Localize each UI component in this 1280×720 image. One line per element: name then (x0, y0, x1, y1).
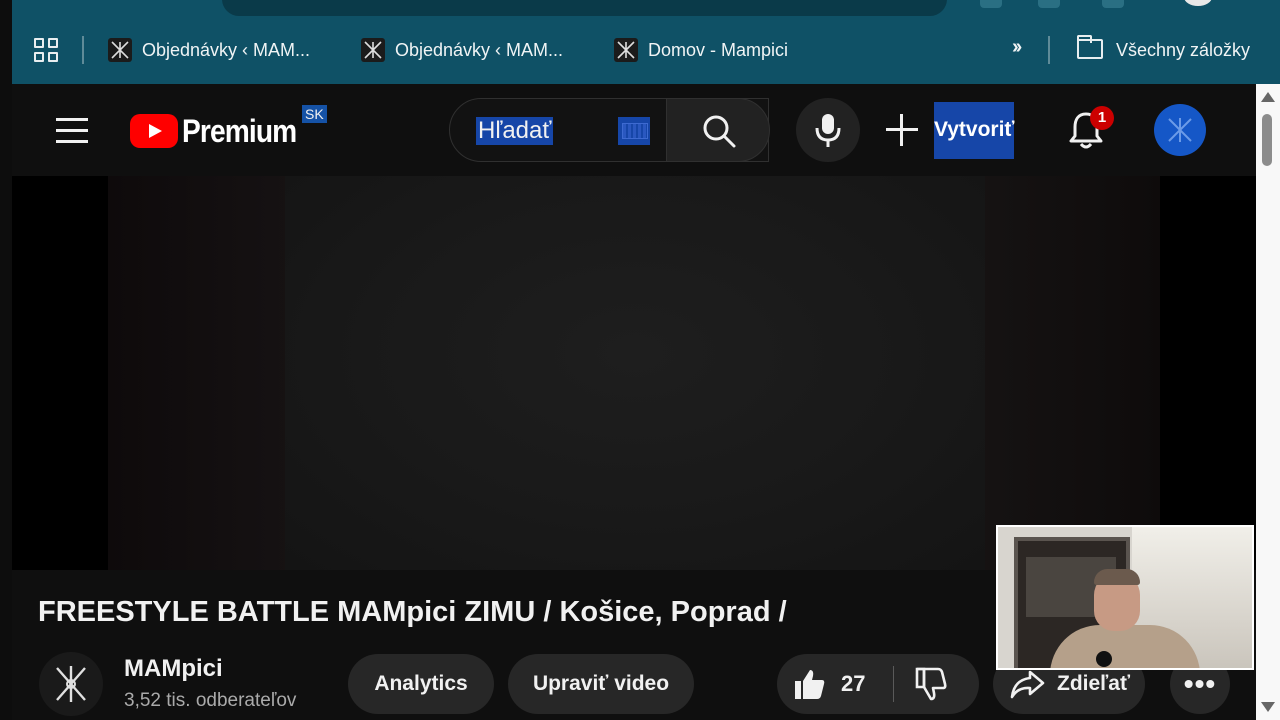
chevron-double-right-icon[interactable]: ›› (1012, 36, 1022, 59)
logo-text: Premium (182, 112, 297, 149)
share-arrow-icon (1010, 670, 1045, 699)
channel-name[interactable]: MAMpici (124, 655, 223, 683)
youtube-premium-logo[interactable]: Premium (130, 112, 312, 149)
share-label: Zdieľať (1057, 672, 1130, 695)
video-frame[interactable] (285, 176, 985, 570)
microphone-icon (815, 114, 841, 147)
search-icon (703, 115, 736, 148)
all-bookmarks-link[interactable]: Všechny záložky (1116, 40, 1250, 61)
like-dislike-group: 27 (777, 654, 979, 714)
extension-icon[interactable] (1102, 0, 1124, 8)
extension-icon[interactable] (1038, 0, 1060, 8)
edit-video-button[interactable]: Upraviť video (508, 654, 694, 714)
account-avatar[interactable] (1154, 104, 1206, 156)
webcam-overlay (996, 525, 1254, 670)
video-title: FREESTYLE BATTLE MAMpici ZIMU / Košice, … (38, 596, 787, 628)
mampici-favicon-icon (108, 38, 132, 62)
apps-grid-icon[interactable] (34, 38, 58, 62)
youtube-header: Premium SK Hľadať Vytvoriť 1 (12, 84, 1256, 176)
bookmarks-divider (82, 36, 84, 64)
create-button[interactable]: Vytvoriť (884, 100, 1014, 160)
extension-icon[interactable] (980, 0, 1002, 8)
thumbs-up-icon (795, 670, 825, 699)
address-bar[interactable] (222, 0, 947, 16)
dislike-button[interactable] (894, 654, 979, 714)
scroll-down-arrow-icon[interactable] (1261, 702, 1275, 712)
bookmark-item[interactable]: Objednávky ‹ MAM... (108, 34, 310, 66)
create-label: Vytvoriť (934, 101, 1014, 159)
channel-avatar[interactable] (39, 652, 103, 716)
bookmark-label: Objednávky ‹ MAM... (142, 39, 311, 60)
scroll-up-arrow-icon[interactable] (1261, 92, 1275, 102)
thumbs-down-icon (915, 667, 947, 701)
like-button[interactable]: 27 (777, 654, 893, 714)
subscriber-count: 3,52 tis. odberateľov (124, 690, 297, 711)
mampici-logo-icon (56, 666, 86, 702)
keyboard-icon[interactable] (618, 117, 650, 145)
search-placeholder: Hľadať (476, 117, 554, 145)
voice-search-button[interactable] (796, 98, 860, 162)
bookmarks-bar: Objednávky ‹ MAM... Objednávky ‹ MAM... … (12, 22, 1280, 78)
bookmark-label: Objednávky ‹ MAM... (395, 39, 564, 60)
menu-icon[interactable] (56, 118, 88, 144)
folder-icon[interactable] (1077, 35, 1103, 59)
search-button[interactable] (666, 98, 770, 162)
analytics-button[interactable]: Analytics (348, 654, 494, 714)
youtube-play-icon (130, 114, 178, 148)
screen-edge (0, 0, 12, 720)
mampici-logo-icon (1168, 118, 1192, 142)
mampici-favicon-icon (361, 38, 385, 62)
bookmark-item[interactable]: Objednávky ‹ MAM... (361, 34, 563, 66)
profile-icon[interactable] (1184, 0, 1212, 6)
bookmark-label: Domov - Mampici (648, 39, 789, 60)
notification-badge: 1 (1090, 106, 1114, 130)
mampici-favicon-icon (614, 38, 638, 62)
scrollbar-thumb[interactable] (1262, 114, 1272, 166)
video-player[interactable] (12, 176, 1256, 570)
region-code: SK (302, 105, 327, 123)
like-count: 27 (841, 671, 866, 696)
plus-icon (884, 112, 920, 148)
page-scrollbar[interactable] (1256, 84, 1280, 720)
bookmark-item[interactable]: Domov - Mampici (614, 34, 788, 66)
bookmarks-divider (1048, 36, 1050, 64)
